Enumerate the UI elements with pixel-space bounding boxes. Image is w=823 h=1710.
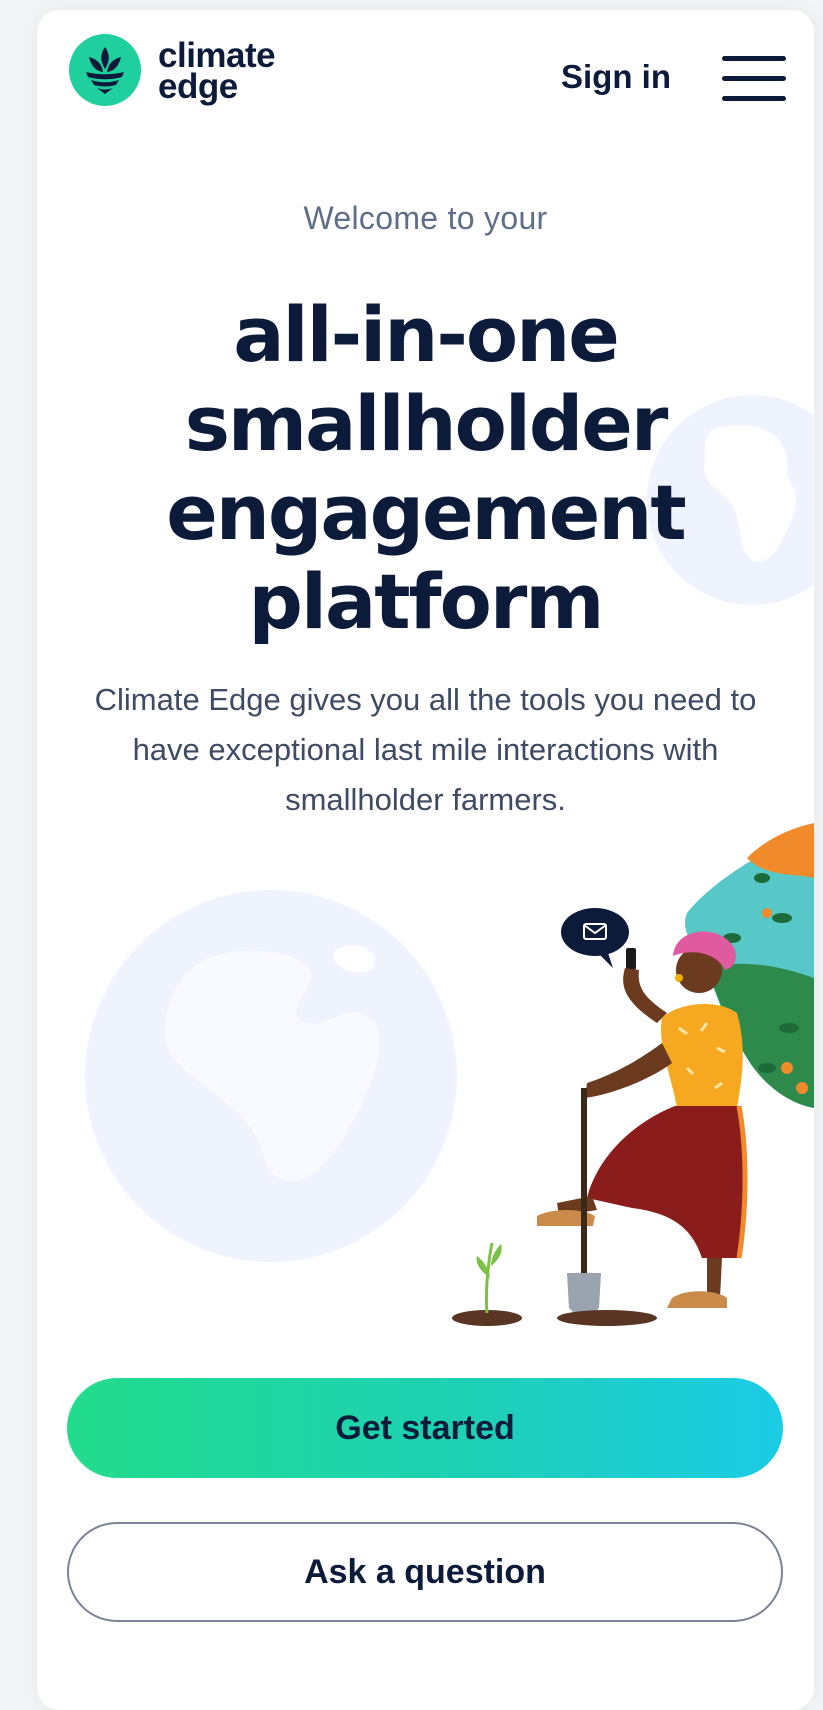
hero-headline: all-in-one smallholder engagement platfo… [37,290,814,646]
get-started-label: Get started [335,1408,515,1447]
ask-question-button[interactable]: Ask a question [67,1522,783,1622]
headline-line: all-in-one [233,290,620,379]
get-started-button[interactable]: Get started [67,1378,783,1478]
sign-in-link[interactable]: Sign in [561,58,671,96]
globe-decoration-icon [85,890,457,1262]
brand-line-edge: edge [158,67,238,106]
headline-line: platform [248,557,604,646]
page-card: climate edge Sign in Welcome to your all… [37,10,814,1710]
headline-line: smallholder [184,379,669,468]
headline-line: engagement [166,468,686,557]
ask-question-label: Ask a question [304,1552,546,1591]
welcome-text: Welcome to your [303,200,548,236]
climate-edge-logo-icon[interactable] [69,34,141,106]
farmer-illustration [452,823,814,1326]
hamburger-menu-icon[interactable] [722,56,786,102]
brand-wordmark[interactable]: climate edge [158,38,276,106]
site-header: climate edge Sign in [37,10,814,130]
hero-description: Climate Edge gives you all the tools you… [94,682,757,817]
